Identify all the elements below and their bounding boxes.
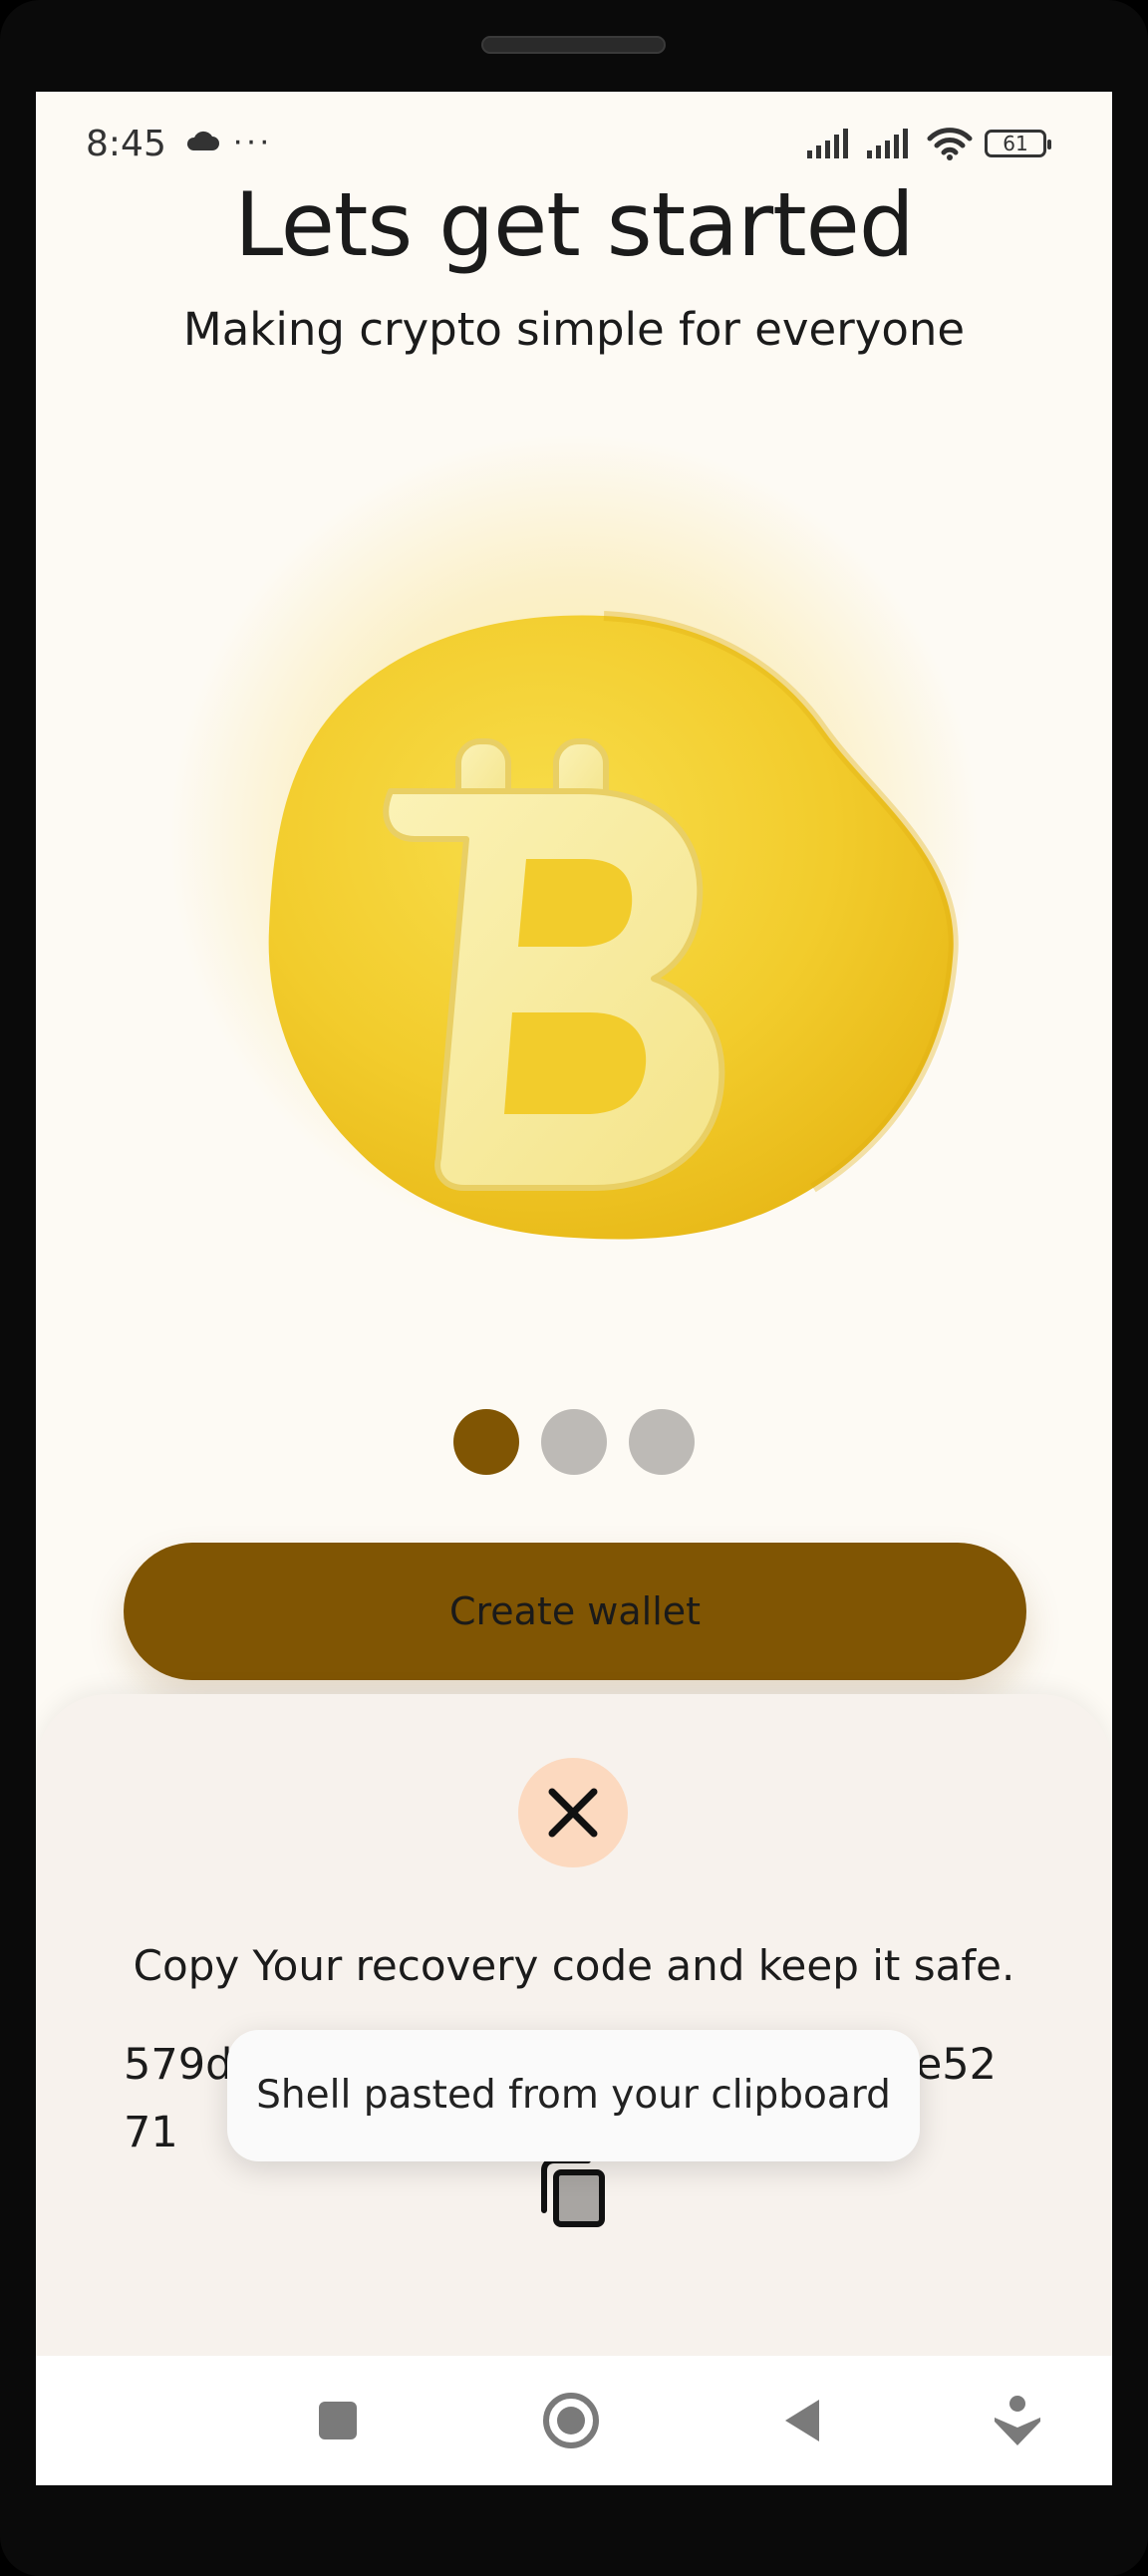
- recovery-code-end: e52: [915, 2040, 997, 2090]
- recovery-message: Copy Your recovery code and keep it safe…: [133, 1941, 1015, 1990]
- signal-1-icon: [807, 129, 848, 158]
- clipboard-toast: Shell pasted from your clipboard: [227, 2030, 920, 2161]
- app-screen: 8:45 ··· 61 Lets get started Making cryp…: [36, 92, 1112, 2485]
- page-dot[interactable]: [541, 1409, 607, 1475]
- status-more-icon: ···: [232, 122, 272, 159]
- page-dot[interactable]: [629, 1409, 695, 1475]
- signal-2-icon: [867, 129, 908, 158]
- earpiece-speaker: [481, 36, 666, 54]
- phone-frame: 8:45 ··· 61 Lets get started Making cryp…: [0, 0, 1148, 2576]
- close-icon: [548, 1788, 598, 1838]
- recovery-code-start: 579d: [124, 2040, 233, 2090]
- home-icon[interactable]: [538, 2388, 604, 2453]
- wifi-icon: [927, 128, 973, 160]
- page-dot-active[interactable]: [453, 1409, 519, 1475]
- recents-icon[interactable]: [305, 2388, 371, 2453]
- recovery-code-line2: 71: [124, 2108, 178, 2157]
- page-title: Lets get started: [234, 173, 914, 276]
- status-time: 8:45: [86, 124, 166, 164]
- assistant-icon[interactable]: [985, 2388, 1050, 2453]
- create-wallet-button[interactable]: Create wallet: [124, 1543, 1026, 1680]
- bitcoin-illustration: [136, 401, 1012, 1278]
- page-indicator: [36, 1409, 1112, 1475]
- system-nav-bar: [36, 2356, 1112, 2485]
- status-indicators: 61: [807, 126, 1051, 161]
- page-subtitle: Making crypto simple for everyone: [182, 303, 966, 356]
- battery-indicator: 61: [985, 130, 1051, 157]
- bitcoin-coin-icon: [268, 611, 959, 1240]
- copy-icon[interactable]: [534, 2152, 614, 2232]
- back-icon[interactable]: [771, 2388, 837, 2453]
- cloud-icon: [186, 131, 219, 150]
- close-button[interactable]: [518, 1758, 628, 1867]
